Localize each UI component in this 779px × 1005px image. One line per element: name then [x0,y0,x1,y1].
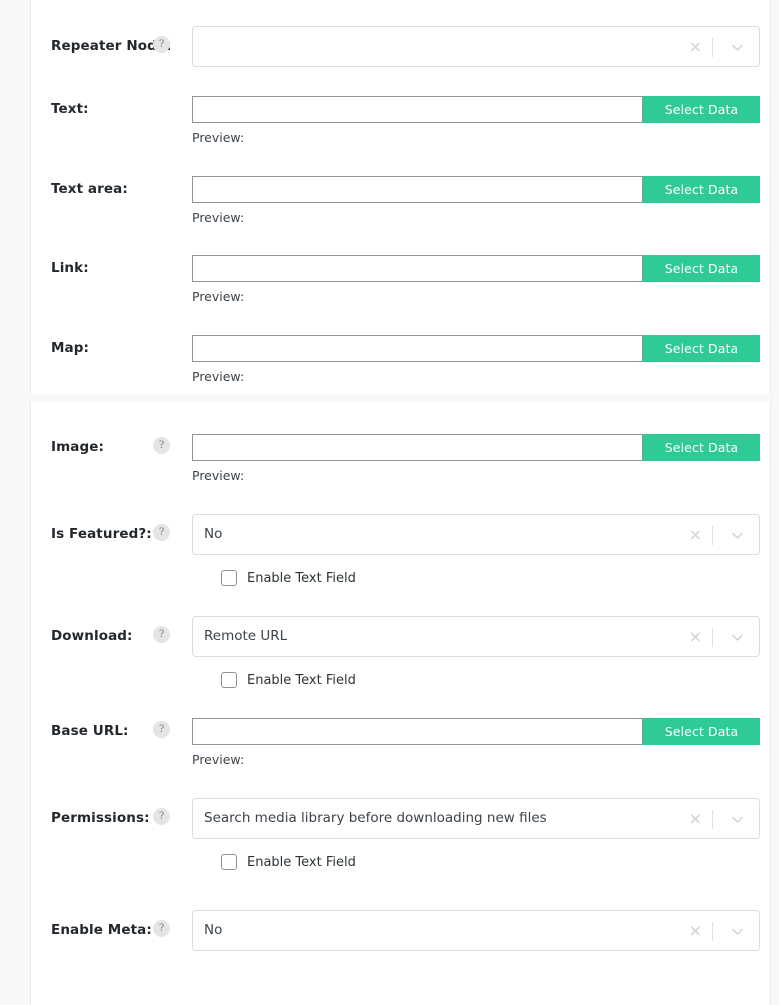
select-value-is-featured: No [204,526,223,542]
select-data-button-image[interactable]: Select Data [643,434,760,461]
help-icon-base-url[interactable]: ? [153,721,170,738]
field-label-image: Image: [51,439,105,455]
select-value-enable-meta: No [204,922,223,938]
field-row-link: Link: Select Data Preview: [31,255,772,309]
preview-label-image: Preview: [192,468,245,483]
field-row-is-featured: Is Featured?: ? No × Enable Text Field [31,514,772,594]
field-row-permissions: Permissions: ? Search media library befo… [31,798,772,878]
select-separator [712,526,713,545]
clear-icon-permissions[interactable]: × [689,799,702,838]
text-input-map[interactable] [192,335,643,362]
field-label-base-url: Base URL: [51,723,129,739]
checkbox-label-is-featured: Enable Text Field [247,570,356,586]
chevron-down-icon-permissions[interactable] [731,813,744,826]
preview-label-link: Preview: [192,289,245,304]
select-data-button-link[interactable]: Select Data [643,255,760,282]
clear-icon-repeater-node[interactable]: × [689,27,702,66]
field-label-text: Text: [51,101,89,117]
field-control-text: Select Data [192,96,760,123]
checkbox-row-download: Enable Text Field [221,670,356,690]
help-icon-download[interactable]: ? [153,626,170,643]
field-row-image: Image: ? Select Data Preview: [31,434,772,488]
select-permissions[interactable]: Search media library before downloading … [192,798,760,839]
field-control-map: Select Data [192,335,760,362]
field-row-download: Download: ? Remote URL × Enable Text Fie… [31,616,772,696]
fields-section-2: Image: ? Select Data Preview: Is Feature… [30,402,771,1005]
select-data-button-map[interactable]: Select Data [643,335,760,362]
field-row-base-url: Base URL: ? Select Data Preview: [31,718,772,772]
select-separator [712,628,713,647]
preview-label-text-area: Preview: [192,210,245,225]
field-control-base-url: Select Data [192,718,760,745]
select-enable-meta[interactable]: No × [192,910,760,951]
select-data-button-text-area[interactable]: Select Data [643,176,760,203]
field-label-enable-meta: Enable Meta: [51,922,152,938]
chevron-down-icon-download[interactable] [731,631,744,644]
preview-label-map: Preview: [192,369,245,384]
checkbox-row-permissions: Enable Text Field [221,852,356,872]
checkbox-label-download: Enable Text Field [247,672,356,688]
field-row-text-area: Text area: Select Data Preview: [31,176,772,230]
clear-icon-download[interactable]: × [689,617,702,656]
field-label-link: Link: [51,260,89,276]
select-separator [712,38,713,57]
preview-label-base-url: Preview: [192,752,245,767]
field-row-enable-meta: Enable Meta: ? No × [31,910,772,970]
settings-form-page: Repeater Node: ? × Text: Select Data Pre… [0,0,779,1005]
checkbox-row-is-featured: Enable Text Field [221,568,356,588]
field-label-is-featured: Is Featured?: [51,526,152,542]
help-icon-enable-meta[interactable]: ? [153,920,170,937]
help-icon-repeater-node[interactable]: ? [153,36,170,53]
checkbox-label-permissions: Enable Text Field [247,854,356,870]
help-icon-permissions[interactable]: ? [153,808,170,825]
field-label-download: Download: [51,628,133,644]
select-value-download: Remote URL [204,628,288,644]
help-icon-image[interactable]: ? [153,437,170,454]
chevron-down-icon-repeater-node[interactable] [731,41,744,54]
text-input-link[interactable] [192,255,643,282]
checkbox-enable-text-field-permissions[interactable] [221,854,237,870]
field-row-repeater-node: Repeater Node: ? × [31,26,772,86]
select-data-button-base-url[interactable]: Select Data [643,718,760,745]
text-input-image[interactable] [192,434,643,461]
fields-section-1: Repeater Node: ? × Text: Select Data Pre… [30,0,771,394]
field-row-map: Map: Select Data Preview: [31,335,772,389]
select-value-permissions: Search media library before downloading … [204,810,547,826]
text-input-text-area[interactable] [192,176,643,203]
text-input-text[interactable] [192,96,643,123]
text-input-base-url[interactable] [192,718,643,745]
field-control-link: Select Data [192,255,760,282]
select-download[interactable]: Remote URL × [192,616,760,657]
field-row-text: Text: Select Data Preview: [31,96,772,150]
select-data-button-text[interactable]: Select Data [643,96,760,123]
help-icon-is-featured[interactable]: ? [153,524,170,541]
checkbox-enable-text-field-download[interactable] [221,672,237,688]
clear-icon-enable-meta[interactable]: × [689,911,702,950]
chevron-down-icon-enable-meta[interactable] [731,925,744,938]
chevron-down-icon-is-featured[interactable] [731,529,744,542]
clear-icon-is-featured[interactable]: × [689,515,702,554]
field-label-map: Map: [51,340,90,356]
checkbox-enable-text-field-is-featured[interactable] [221,570,237,586]
select-is-featured[interactable]: No × [192,514,760,555]
select-repeater-node[interactable]: × [192,26,760,67]
field-label-text-area: Text area: [51,181,128,197]
select-separator [712,922,713,941]
preview-label-text: Preview: [192,130,245,145]
select-separator [712,810,713,829]
field-control-image: Select Data [192,434,760,461]
field-label-permissions: Permissions: [51,810,150,826]
field-control-text-area: Select Data [192,176,760,203]
